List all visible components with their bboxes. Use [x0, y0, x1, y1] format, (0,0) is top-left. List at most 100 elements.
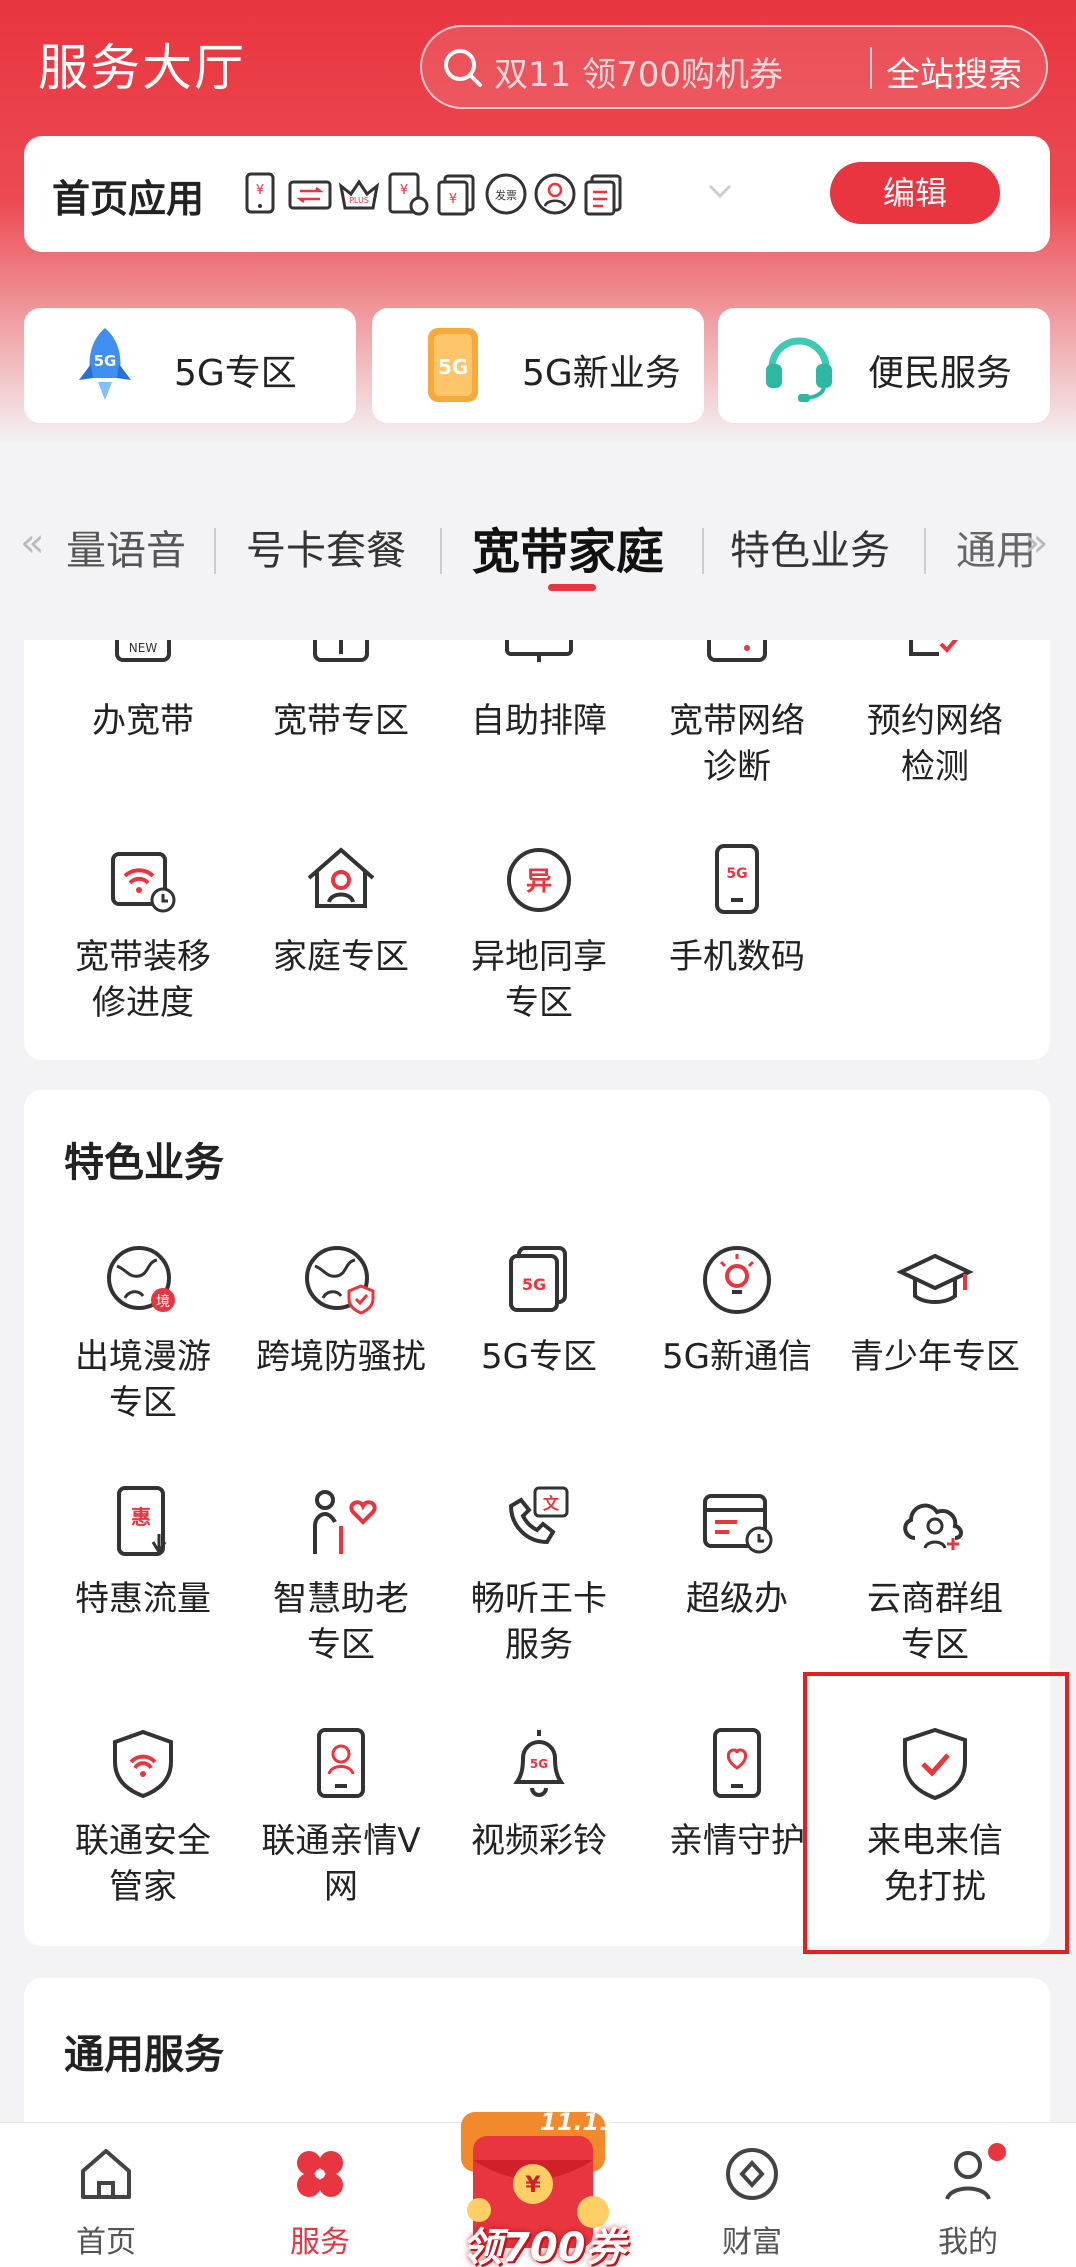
wifi-progress-icon	[111, 852, 176, 913]
grid-item-new-broadband[interactable]: NEW 办宽带	[44, 640, 242, 744]
grid-item-discount-data[interactable]: 惠 特惠流量	[44, 1482, 242, 1622]
tab-voice[interactable]: 量语音	[66, 518, 186, 576]
grid-label: 5G新通信	[662, 1337, 812, 1377]
tab-broadband-home[interactable]: 宽带家庭	[472, 512, 664, 582]
nav-label: 服务	[290, 2225, 350, 2260]
zone-label: 5G专区	[174, 353, 297, 394]
section-title: 特色业务	[64, 1140, 224, 1186]
grid-item-broadband-progress[interactable]: 宽带装移 修进度	[44, 840, 242, 1026]
search-divider	[870, 47, 872, 89]
grid-item-elder-care[interactable]: 智慧助老 专区	[242, 1482, 440, 1668]
super-handle-icon	[703, 1494, 773, 1554]
bulb-icon	[703, 1246, 771, 1314]
search-button[interactable]: 全站搜索	[886, 47, 1022, 96]
promo-label[interactable]: 领700券	[462, 2215, 626, 2267]
home-apps-label: 首页应用	[52, 177, 205, 221]
search-icon	[444, 49, 482, 87]
svg-text:¥: ¥	[449, 192, 457, 207]
rocket-5g-icon: 5G	[79, 328, 131, 400]
new-broadband-icon: NEW	[115, 640, 171, 662]
grid-label: 特惠流量	[75, 1579, 211, 1619]
grid-item-cloud-group[interactable]: 云商群组 专区	[836, 1482, 1034, 1668]
highlight-box	[803, 1672, 1069, 1954]
svg-text:5G: 5G	[438, 355, 468, 379]
svg-text:5G: 5G	[522, 1275, 546, 1294]
grid-item-broadband-diagnosis[interactable]: 宽带网络 诊断	[638, 640, 836, 790]
family-network-icon	[317, 1728, 365, 1798]
grid-item-5g-new-communication[interactable]: 5G新通信	[638, 1240, 836, 1380]
balance-icon: ¥	[437, 174, 475, 216]
tab-divider	[702, 528, 704, 574]
section-title: 通用服务	[64, 2032, 224, 2078]
tab-special-business[interactable]: 特色业务	[730, 518, 890, 576]
grid-label: 异地同享 专区	[471, 937, 607, 1023]
remote-share-icon: 异	[507, 848, 571, 912]
elder-care-icon	[313, 1490, 377, 1554]
grid-item-roaming[interactable]: 境 出境漫游 专区	[44, 1240, 242, 1426]
transfer-icon	[288, 180, 332, 210]
5g-zone-icon: 5G	[509, 1246, 567, 1312]
bill-icon: ¥	[245, 172, 275, 214]
grid-item-super-handle[interactable]: 超级办	[638, 1482, 836, 1622]
grid-item-broadband-zone[interactable]: 宽带专区	[242, 640, 440, 744]
grid-label: 联通亲情V 网	[261, 1821, 421, 1907]
grid-item-mobile-digital[interactable]: 5G 手机数码	[638, 840, 836, 980]
broadband-zone-icon	[313, 640, 369, 662]
grid-label: 跨境防骚扰	[256, 1337, 426, 1377]
svg-text:发票: 发票	[495, 188, 517, 202]
grid-label: 家庭专区	[273, 937, 409, 977]
svg-text:¥: ¥	[525, 2173, 541, 2198]
grid-label: 青少年专区	[850, 1337, 1020, 1377]
svg-text:¥: ¥	[256, 183, 264, 198]
tab-divider	[440, 528, 442, 574]
grid-item-5g-zone[interactable]: 5G 5G专区	[440, 1240, 638, 1380]
grid-label: 手机数码	[669, 937, 805, 977]
grid-item-youth-zone[interactable]: 青少年专区	[836, 1240, 1034, 1380]
grid-label: 超级办	[686, 1579, 788, 1619]
nav-wealth[interactable]: 财富	[682, 2141, 822, 2261]
cloud-group-icon	[903, 1503, 963, 1550]
grid-item-security-manager[interactable]: 联通安全 管家	[44, 1724, 242, 1910]
chevron-down-icon[interactable]	[704, 176, 736, 208]
promo-tag: 11.11	[540, 2108, 616, 2136]
phone-5g-small-icon: 5G	[715, 844, 759, 914]
scroll-left-icon[interactable]: «	[20, 520, 44, 566]
edit-button[interactable]: 编辑	[830, 162, 1000, 224]
grid-label: 预约网络 检测	[867, 701, 1003, 787]
svg-text:5G: 5G	[530, 1757, 548, 1771]
active-tab-indicator	[548, 584, 596, 591]
home-apps-icons: ¥ PLUS ¥ ¥ 发票	[239, 170, 626, 218]
grid-item-self-troubleshoot[interactable]: 自助排障	[440, 640, 638, 744]
scroll-right-icon[interactable]: »	[1024, 520, 1048, 566]
wealth-nav-icon	[726, 2148, 778, 2200]
nav-service[interactable]: 服务	[250, 2141, 390, 2261]
grid-label: 宽带网络 诊断	[669, 701, 805, 787]
home-apps-card[interactable]: 首页应用 ¥ PLUS ¥ ¥ 发票 编辑	[24, 136, 1050, 252]
family-guard-icon	[713, 1728, 761, 1798]
grid-label: 自助排障	[471, 701, 607, 741]
broadband-section: NEW 办宽带 宽带专区 自助排障 宽带网络 诊断 预约网络 检测 宽带装移 修进度 …	[24, 640, 1050, 1060]
globe-shield-icon	[305, 1246, 375, 1315]
grid-item-video-ringtone[interactable]: 5G 视频彩铃	[440, 1724, 638, 1864]
tab-number-card[interactable]: 号卡套餐	[246, 518, 406, 576]
svg-text:5G: 5G	[726, 866, 747, 882]
nav-mine[interactable]: 我的	[898, 2141, 1038, 2261]
zone-5g-new-business[interactable]: 5G 5G新业务	[372, 308, 704, 423]
grid-item-cross-border-anti-spam[interactable]: 跨境防骚扰	[242, 1240, 440, 1380]
search-bar[interactable]: 双11 领700购机券 全站搜索	[420, 25, 1048, 109]
zone-convenience[interactable]: 便民服务	[718, 308, 1050, 423]
tab-divider	[214, 528, 216, 574]
grid-item-remote-share[interactable]: 异 异地同享 专区	[440, 840, 638, 1026]
svg-text:文: 文	[543, 1494, 560, 1513]
nav-home[interactable]: 首页	[36, 2141, 176, 2261]
zone-5g[interactable]: 5G 5G专区	[24, 308, 356, 423]
grid-item-appointment-check[interactable]: 预约网络 检测	[836, 640, 1034, 790]
graduation-cap-icon	[896, 1253, 974, 1304]
svg-text:¥: ¥	[400, 183, 408, 198]
grid-label: 视频彩铃	[471, 1821, 607, 1861]
grid-item-family-v-network[interactable]: 联通亲情V 网	[242, 1724, 440, 1910]
grid-item-listen-card[interactable]: 文 畅听王卡 服务	[440, 1482, 638, 1668]
grid-item-family-zone[interactable]: 家庭专区	[242, 840, 440, 980]
bell-5g-icon: 5G	[513, 1730, 565, 1797]
grid-label: 云商群组 专区	[867, 1579, 1003, 1665]
